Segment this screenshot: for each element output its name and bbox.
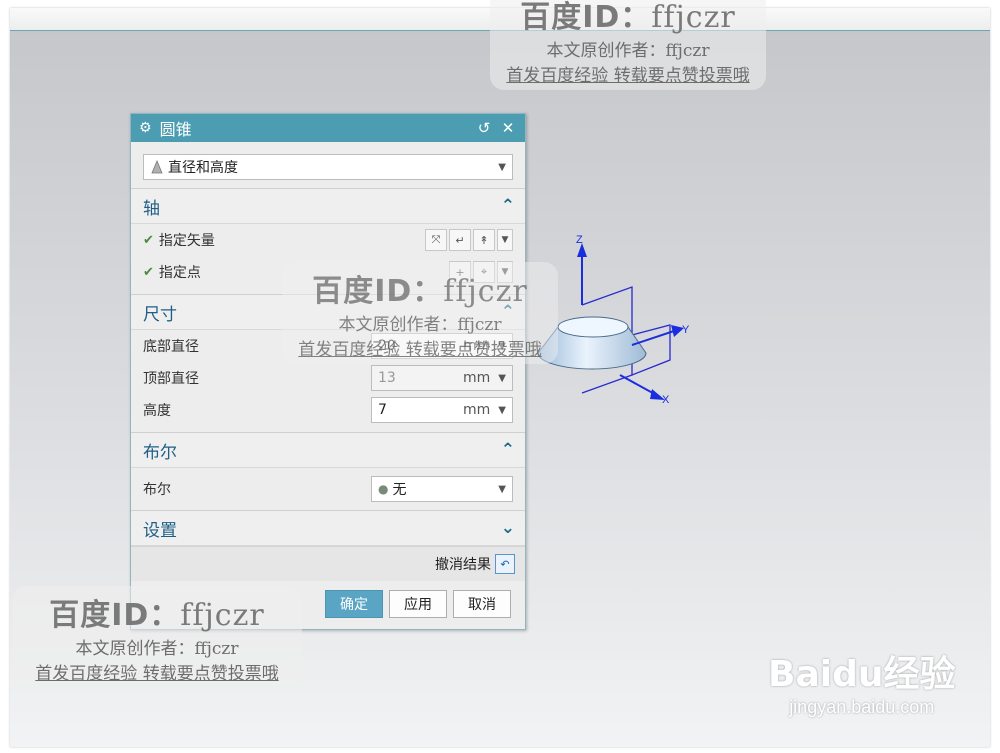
boolean-label: 布尔 bbox=[143, 482, 171, 498]
x-axis-label: X bbox=[662, 394, 670, 406]
watermark-id: ffjczr bbox=[651, 0, 736, 35]
vector-row: ✔ 指定矢量 ⤧ ↵ ↟ ▼ bbox=[131, 224, 525, 256]
type-select[interactable]: 直径和高度 ▼ bbox=[143, 154, 513, 180]
watermark-id: ffjczr bbox=[443, 274, 528, 309]
height-label: 高度 bbox=[143, 403, 171, 419]
dialog-titlebar[interactable]: ⚙ 圆锥 ↺ ✕ bbox=[131, 114, 525, 142]
cone-dialog: ⚙ 圆锥 ↺ ✕ 直径和高度 ▼ 轴 ⌃ ✔ 指定矢量 ⤧ ↵ ↟ ▼ ✔ 指定… bbox=[130, 113, 526, 630]
baidu-url: jingyan.baidu.com bbox=[789, 697, 935, 717]
watermark-top: 百度ID：ffjczr 本文原创作者：ffjczr 首发百度经验 转载要点赞投票… bbox=[490, 0, 766, 90]
apply-button[interactable]: 应用 bbox=[389, 590, 447, 618]
watermark-id: ffjczr bbox=[180, 598, 265, 633]
inferred-vector-icon[interactable]: ↟ bbox=[473, 229, 495, 251]
cone-type-icon bbox=[151, 160, 163, 174]
undo-row: 撤消结果 ↶ bbox=[131, 546, 525, 581]
chevron-down-icon[interactable]: ▼ bbox=[497, 229, 513, 251]
axis-section-title: 轴 bbox=[143, 198, 160, 219]
watermark-middle: 百度ID：ffjczr 本文原创作者：ffjczr 首发百度经验 转载要点赞投票… bbox=[282, 262, 558, 364]
undo-result-label: 撤消结果 bbox=[435, 557, 491, 573]
axis-section-header[interactable]: 轴 ⌃ bbox=[131, 189, 525, 224]
vector-dialog-icon[interactable]: ↵ bbox=[449, 229, 471, 251]
chevron-up-icon[interactable]: ⌃ bbox=[501, 196, 515, 216]
chevron-down-icon[interactable]: ▼ bbox=[498, 162, 506, 173]
baidu-brand: Baidu经验 bbox=[768, 654, 956, 695]
close-icon[interactable]: ✕ bbox=[499, 119, 517, 137]
boolean-select[interactable]: ● 无 ▼ bbox=[371, 476, 513, 502]
watermark-big: 百度ID： bbox=[312, 274, 444, 309]
height-field[interactable]: 7 mm ▼ bbox=[371, 397, 513, 423]
height-row: 高度 7 mm ▼ bbox=[131, 394, 525, 426]
boolean-section-title: 布尔 bbox=[143, 442, 177, 463]
boolean-section: 布尔 ⌃ 布尔 ● 无 ▼ bbox=[131, 432, 525, 510]
watermark-note: 首发百度经验 转载要点赞投票哦 bbox=[298, 340, 542, 360]
settings-section-title: 设置 bbox=[143, 520, 177, 541]
cone-top bbox=[557, 316, 629, 338]
settings-section: 设置 ⌄ bbox=[131, 510, 525, 546]
check-icon: ✔ bbox=[143, 264, 154, 280]
unit-label: mm bbox=[463, 402, 491, 418]
z-axis-label: Z bbox=[576, 234, 583, 246]
dialog-title: 圆锥 bbox=[159, 120, 192, 139]
watermark-note: 首发百度经验 转载要点赞投票哦 bbox=[506, 66, 750, 86]
watermark-author: 本文原创作者：ffjczr bbox=[546, 41, 710, 61]
y-axis-label: Y bbox=[682, 324, 690, 336]
gear-icon[interactable]: ⚙ bbox=[139, 120, 152, 136]
check-icon: ✔ bbox=[143, 232, 154, 248]
top-diameter-row: 顶部直径 13 mm ▼ bbox=[131, 362, 525, 394]
cancel-button[interactable]: 取消 bbox=[453, 590, 511, 618]
boolean-none-icon: ● bbox=[378, 482, 389, 496]
settings-section-header[interactable]: 设置 ⌄ bbox=[131, 511, 525, 546]
vector-label: 指定矢量 bbox=[158, 233, 215, 249]
top-diameter-label: 顶部直径 bbox=[143, 371, 199, 387]
undo-icon[interactable]: ↶ bbox=[495, 554, 515, 574]
baidu-logo: Baidu经验 jingyan.baidu.com bbox=[768, 645, 955, 718]
reverse-direction-icon[interactable]: ⤧ bbox=[425, 229, 447, 251]
watermark-note: 首发百度经验 转载要点赞投票哦 bbox=[35, 664, 279, 684]
top-diameter-value: 13 bbox=[378, 370, 396, 386]
chevron-down-icon[interactable]: ▼ bbox=[498, 373, 506, 384]
boolean-section-header[interactable]: 布尔 ⌃ bbox=[131, 433, 525, 468]
watermark-author: 本文原创作者：ffjczr bbox=[338, 315, 502, 335]
boolean-row: 布尔 ● 无 ▼ bbox=[131, 468, 525, 510]
unit-label: mm bbox=[463, 370, 491, 386]
watermark-big: 百度ID： bbox=[520, 0, 652, 35]
type-select-value: 直径和高度 bbox=[168, 160, 238, 176]
watermark-big: 百度ID： bbox=[49, 598, 181, 633]
chevron-down-icon[interactable]: ▼ bbox=[498, 405, 506, 416]
chevron-down-icon[interactable]: ▼ bbox=[498, 484, 506, 495]
height-value: 7 bbox=[378, 402, 387, 418]
chevron-down-icon[interactable]: ⌄ bbox=[501, 518, 515, 538]
ok-button[interactable]: 确定 bbox=[325, 590, 383, 618]
chevron-up-icon[interactable]: ⌃ bbox=[501, 440, 515, 460]
reset-icon[interactable]: ↺ bbox=[475, 119, 493, 137]
watermark-bottom: 百度ID：ffjczr 本文原创作者：ffjczr 首发百度经验 转载要点赞投票… bbox=[12, 586, 302, 688]
boolean-value: 无 bbox=[392, 482, 407, 498]
watermark-author: 本文原创作者：ffjczr bbox=[75, 639, 239, 659]
top-diameter-field[interactable]: 13 mm ▼ bbox=[371, 365, 513, 391]
